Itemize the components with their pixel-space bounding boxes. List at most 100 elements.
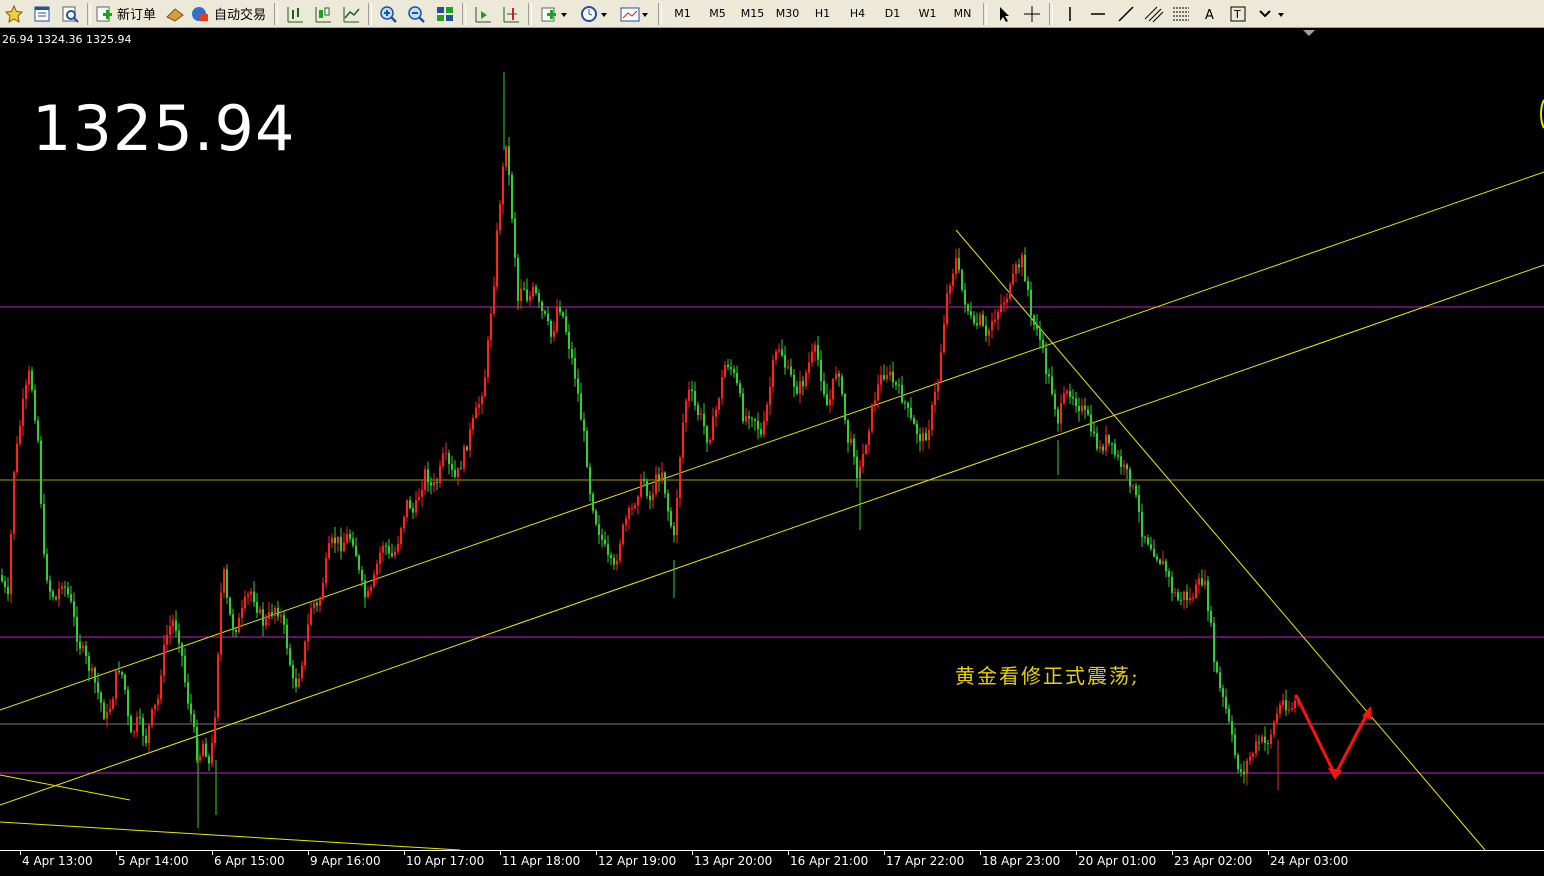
chart-annotation-text[interactable]: 黄金看修正式震荡; [955,660,1140,689]
candle-bearish [1117,455,1119,457]
time-axis-tick [1268,851,1269,855]
horizontal-line-icon[interactable] [1085,2,1111,26]
candle-bearish [451,464,453,470]
fibonacci-icon[interactable] [1169,2,1195,26]
candle-bullish [928,430,930,441]
candle-bearish [4,581,6,587]
new-order-button[interactable]: 新订单 [95,2,160,26]
candle-bullish [988,330,990,336]
candle-bearish [544,311,546,314]
candle-bullish [718,398,720,410]
current-price-display: 1325.94 [32,92,296,165]
candle-bearish [1168,571,1170,577]
time-axis-tick [1076,851,1077,855]
timeframe-h1[interactable]: H1 [806,2,839,26]
candle-bearish [289,648,291,665]
auto-scroll-icon[interactable] [498,2,524,26]
favorites-star-icon[interactable] [1,2,27,26]
candle-bearish [388,546,390,554]
candle-bearish [190,703,192,715]
vertical-line-icon[interactable] [1057,2,1083,26]
channel-upper-trendline[interactable] [0,171,1544,711]
candle-bullish [445,453,447,455]
auto-trading-icon [192,6,209,21]
time-axis-tick [212,851,213,855]
candle-bullish [685,400,687,423]
descending-trendline[interactable] [955,229,1486,851]
candle-bullish [766,404,768,422]
candle-bearish [823,381,825,395]
timeframe-m1[interactable]: M1 [666,2,699,26]
candle-bearish [793,374,795,387]
candle-bearish [1231,721,1233,735]
candle-bearish [1267,743,1269,745]
candle-bearish [193,714,195,727]
candle-bearish [340,537,342,552]
candle-bullish [1183,591,1185,600]
line-chart-icon[interactable] [338,2,364,26]
lower-left-trendline-2[interactable] [0,821,461,851]
arrows-dropdown[interactable] [1253,2,1291,26]
indicators-dropdown[interactable] [536,2,574,26]
candle-bullish [370,586,372,591]
candle-bearish [802,381,804,387]
candle-bearish [283,615,285,625]
candle-bearish [523,288,525,290]
candle-bearish [760,429,762,435]
timeframe-m15[interactable]: M15 [736,2,769,26]
chart-shift-icon[interactable] [470,2,496,26]
navigator-search-icon[interactable] [57,2,83,26]
tile-windows-icon[interactable] [432,2,458,26]
forecast-zigzag[interactable] [1294,694,1370,779]
candle-bullish [499,204,501,231]
candle-bullish [112,698,114,709]
timeframe-m30[interactable]: M30 [771,2,804,26]
trendline-icon[interactable] [1113,2,1139,26]
candle-bearish [547,313,549,321]
candle-bearish [574,358,576,379]
zoom-in-icon[interactable] [376,2,402,26]
auto-trading-button[interactable]: 自动交易 [190,2,270,26]
candle-bullish [1003,302,1005,305]
candle-bullish [310,608,312,625]
candle-bearish [607,544,609,555]
candle-bearish [895,382,897,385]
text-tool-icon[interactable]: A [1197,2,1223,26]
periods-dropdown[interactable] [576,2,614,26]
candle-bullish [724,364,726,377]
candle-bearish [1033,315,1035,325]
timeframe-d1[interactable]: D1 [876,2,909,26]
cursor-arrow-icon[interactable] [991,2,1017,26]
lower-left-trendline[interactable] [0,774,131,801]
candlestick-chart-icon[interactable] [310,2,336,26]
crosshair-icon[interactable] [1019,2,1045,26]
candle-bullish [775,351,777,360]
meta-editor-icon[interactable] [162,2,188,26]
candle-bullish [808,362,810,373]
timeframe-mn[interactable]: MN [946,2,979,26]
templates-dropdown[interactable] [616,2,654,26]
candle-bearish [1258,741,1260,743]
timeframe-h4[interactable]: H4 [841,2,874,26]
text-label-icon[interactable]: T [1225,2,1251,26]
candle-bearish [1237,755,1239,770]
candle-bullish [1105,435,1107,451]
candle-bearish [910,407,912,419]
candle-bearish [277,607,279,617]
candle-bullish [265,618,267,626]
candle-bullish [871,404,873,432]
candle-bearish [826,394,828,406]
timeframe-w1[interactable]: W1 [911,2,944,26]
chart-shift-marker[interactable] [1303,30,1315,36]
toolbar-separator [274,2,279,25]
timeframe-m5[interactable]: M5 [701,2,734,26]
equidistant-channel-icon[interactable] [1141,2,1167,26]
candle-bearish [691,389,693,392]
zoom-out-icon[interactable] [404,2,430,26]
candle-bullish [712,416,714,440]
candle-bullish [160,675,162,700]
market-watch-icon[interactable] [29,2,55,26]
candle-bullish [331,537,333,544]
bar-chart-icon[interactable] [282,2,308,26]
candle-bearish [142,718,144,736]
